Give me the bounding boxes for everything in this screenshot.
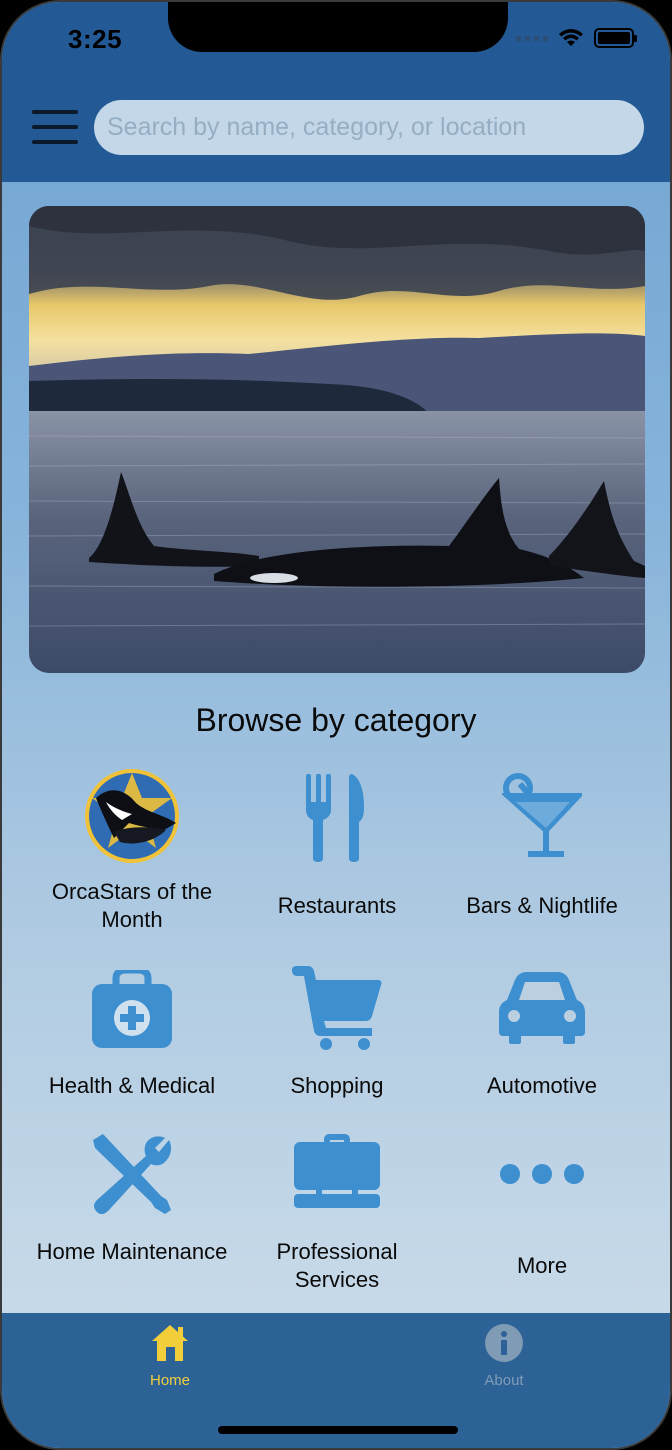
status-icons (516, 28, 637, 48)
info-icon (485, 1324, 523, 1362)
category-label: More (516, 1253, 568, 1278)
signal-icon (516, 35, 548, 41)
category-label: Restaurants (277, 893, 397, 918)
home-indicator (218, 1426, 458, 1434)
tab-home[interactable]: Home (100, 1323, 240, 1389)
device-notch (168, 2, 508, 52)
cocktail-icon (502, 773, 582, 857)
category-orcastars[interactable]: OrcaStars of the Month (32, 768, 232, 938)
tab-label: Home (149, 1372, 190, 1389)
orcastars-badge-icon (85, 769, 179, 863)
briefcase-icon (294, 1134, 380, 1208)
battery-icon (594, 28, 637, 48)
category-automotive[interactable]: Automotive (442, 966, 642, 1106)
category-label: Shopping (290, 1073, 384, 1098)
section-title: Browse by category (195, 702, 477, 738)
category-label: Home Maintenance (36, 1239, 228, 1264)
home-icon (152, 1325, 188, 1361)
category-restaurants[interactable]: Restaurants (237, 768, 437, 938)
category-health-medical[interactable]: Health & Medical (32, 966, 232, 1106)
category-home-maintenance[interactable]: Home Maintenance (32, 1134, 232, 1294)
category-label: Bars & Nightlife (466, 893, 618, 918)
car-icon (499, 972, 585, 1044)
search-input[interactable]: Search by name, category, or location (94, 100, 644, 155)
status-time: 3:25 (68, 24, 123, 54)
shopping-cart-icon (292, 966, 382, 1050)
category-professional-services[interactable]: Professional Services (237, 1134, 437, 1294)
tools-icon (93, 1134, 172, 1214)
tab-label: About (484, 1372, 524, 1389)
app-screen: 3:25 Search by name, category, or locati… (0, 0, 672, 1450)
hamburger-menu-icon[interactable] (32, 110, 78, 144)
hero-image-orcas (29, 206, 645, 673)
category-bars-nightlife[interactable]: Bars & Nightlife (442, 768, 642, 938)
category-label: Health & Medical (48, 1073, 216, 1098)
category-label: OrcaStars of the Month (51, 879, 213, 932)
medical-bag-icon (92, 970, 172, 1048)
category-more[interactable]: More (442, 1134, 642, 1294)
tab-about[interactable]: About (434, 1323, 574, 1389)
app-header: 3:25 Search by name, category, or locati… (2, 2, 670, 182)
more-dots-icon (500, 1164, 584, 1184)
category-label: Professional Services (276, 1239, 398, 1292)
category-label: Automotive (486, 1073, 598, 1098)
fork-knife-icon (306, 774, 364, 862)
category-shopping[interactable]: Shopping (237, 966, 437, 1106)
wifi-icon (559, 29, 583, 46)
